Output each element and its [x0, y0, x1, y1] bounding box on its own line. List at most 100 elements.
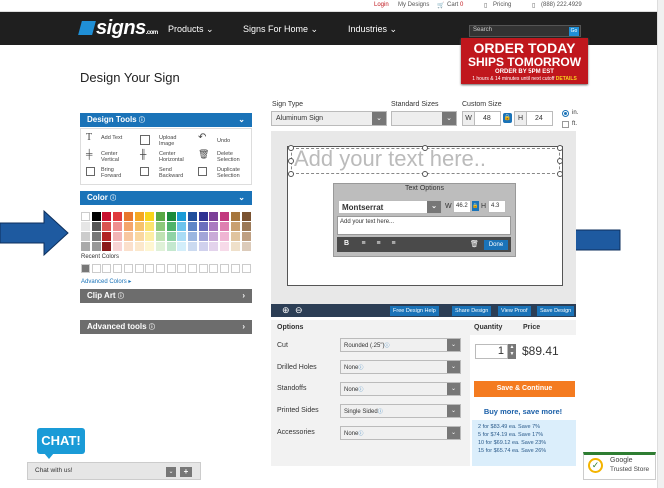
nav-industries[interactable]: Industries ⌄ [348, 24, 397, 35]
color-swatch[interactable] [198, 232, 208, 241]
color-swatch[interactable] [102, 212, 112, 221]
option-drilled-holes-select[interactable]: Noneⓘ ⌄ [340, 360, 461, 374]
recent-color-swatch[interactable] [91, 264, 101, 273]
quantity-stepper[interactable]: ▲ ▼ [508, 344, 516, 359]
color-swatch[interactable] [145, 222, 155, 231]
view-proof-button[interactable]: View Proof [498, 306, 531, 316]
info-icon[interactable]: ⓘ [110, 196, 116, 202]
design-tools-header[interactable]: Design Tools ⓘ ⌄ [80, 113, 252, 127]
unit-inches-radio[interactable] [562, 110, 569, 117]
option-cut-select[interactable]: Rounded (.25")ⓘ ⌄ [340, 338, 461, 352]
color-swatch[interactable] [123, 212, 133, 221]
color-swatch[interactable] [230, 212, 240, 221]
color-swatch[interactable] [113, 212, 123, 221]
cart-link[interactable]: Cart [447, 2, 458, 8]
recent-color-swatch[interactable] [241, 264, 251, 273]
color-swatch[interactable] [155, 232, 165, 241]
resize-handle[interactable] [288, 145, 294, 151]
color-swatch[interactable] [102, 232, 112, 241]
color-swatch[interactable] [155, 242, 165, 251]
sign-type-select[interactable]: Aluminum Sign ⌄ [271, 111, 387, 126]
color-swatch[interactable] [230, 242, 240, 251]
color-swatch[interactable] [113, 222, 123, 231]
color-swatch[interactable] [188, 232, 197, 241]
color-swatch[interactable] [198, 242, 208, 251]
info-icon[interactable]: ⓘ [149, 325, 155, 331]
signs-logo[interactable]: signs.com [78, 17, 158, 40]
nav-signs-for-home[interactable]: Signs For Home ⌄ [243, 24, 318, 35]
cart-icon[interactable]: 🛒 [437, 2, 444, 9]
color-swatch[interactable] [145, 212, 155, 221]
free-design-help-button[interactable]: Free Design Help [390, 306, 439, 316]
color-swatch[interactable] [134, 232, 144, 241]
zoom-out-icon[interactable]: ⊖ [295, 305, 303, 316]
details-link[interactable]: DETAILS [556, 76, 577, 82]
color-swatch[interactable] [166, 232, 176, 241]
option-printed-sides-select[interactable]: Single Sidedⓘ ⌄ [340, 404, 461, 418]
recent-color-swatch[interactable] [134, 264, 144, 273]
advanced-tools-header[interactable]: Advanced tools ⓘ › [80, 320, 252, 334]
color-swatch[interactable] [145, 242, 155, 251]
color-swatch[interactable] [198, 212, 208, 221]
page-scrollbar[interactable] [657, 0, 664, 488]
recent-color-swatch[interactable] [166, 264, 176, 273]
height-field[interactable]: H 24 [514, 111, 553, 126]
done-button[interactable]: Done [484, 240, 508, 250]
color-swatch[interactable] [209, 222, 219, 231]
recent-color-swatch[interactable] [188, 264, 197, 273]
recent-color-swatch[interactable] [123, 264, 133, 273]
color-swatch[interactable] [91, 242, 101, 251]
expand-icon[interactable]: + [180, 467, 192, 477]
zoom-in-icon[interactable]: ⊕ [282, 305, 290, 316]
color-swatch[interactable] [102, 242, 112, 251]
info-icon[interactable]: ⓘ [385, 343, 390, 349]
lock-icon[interactable]: 🔒 [503, 113, 512, 123]
color-swatch[interactable] [230, 222, 240, 231]
color-swatch[interactable] [241, 242, 251, 251]
color-swatch[interactable] [177, 232, 187, 241]
text-height-field[interactable]: 4.3 [488, 200, 506, 213]
color-swatch[interactable] [123, 222, 133, 231]
color-swatch[interactable] [113, 232, 123, 241]
color-swatch[interactable] [166, 242, 176, 251]
color-swatch[interactable] [220, 242, 230, 251]
recent-color-swatch[interactable] [155, 264, 165, 273]
recent-color-swatch[interactable] [177, 264, 187, 273]
color-swatch[interactable] [166, 212, 176, 221]
chat-badge[interactable]: CHAT! [37, 428, 85, 454]
info-icon[interactable]: ⓘ [358, 365, 363, 371]
font-select[interactable]: Montserrat ⌄ [338, 200, 442, 214]
recent-color-swatch[interactable] [81, 264, 90, 273]
color-swatch[interactable] [123, 232, 133, 241]
color-swatch[interactable] [113, 242, 123, 251]
info-icon[interactable]: ⓘ [139, 118, 145, 124]
order-today-banner[interactable]: ORDER TODAY SHIPS TOMORROW ORDER BY 5PM … [461, 38, 588, 84]
color-swatch[interactable] [91, 222, 101, 231]
color-swatch[interactable] [134, 222, 144, 231]
color-swatch[interactable] [198, 222, 208, 231]
resize-handle[interactable] [288, 171, 294, 177]
quantity-input[interactable]: 1 [475, 344, 508, 359]
save-design-button[interactable]: Save Design [537, 306, 575, 316]
resize-handle[interactable] [422, 145, 428, 151]
color-swatch[interactable] [91, 232, 101, 241]
color-swatch[interactable] [145, 232, 155, 241]
recent-color-swatch[interactable] [113, 264, 123, 273]
lock-icon[interactable]: 🔒 [472, 201, 479, 211]
chevron-down-icon[interactable]: ⌄ [166, 467, 176, 477]
color-swatch[interactable] [209, 242, 219, 251]
resize-handle[interactable] [557, 145, 563, 151]
info-icon[interactable]: ⓘ [358, 387, 363, 393]
resize-handle[interactable] [557, 171, 563, 177]
info-icon[interactable]: ⓘ [358, 431, 363, 437]
info-icon[interactable]: ⓘ [378, 409, 383, 415]
color-swatch[interactable] [102, 222, 112, 231]
option-accessories-select[interactable]: Noneⓘ ⌄ [340, 426, 461, 440]
save-continue-button[interactable]: Save & Continue [474, 381, 575, 397]
color-swatch[interactable] [81, 222, 90, 231]
color-swatch[interactable] [134, 242, 144, 251]
bold-icon[interactable]: B [342, 240, 351, 249]
align-left-icon[interactable]: ≡ [359, 240, 368, 249]
color-swatch[interactable] [241, 232, 251, 241]
color-swatch[interactable] [177, 242, 187, 251]
